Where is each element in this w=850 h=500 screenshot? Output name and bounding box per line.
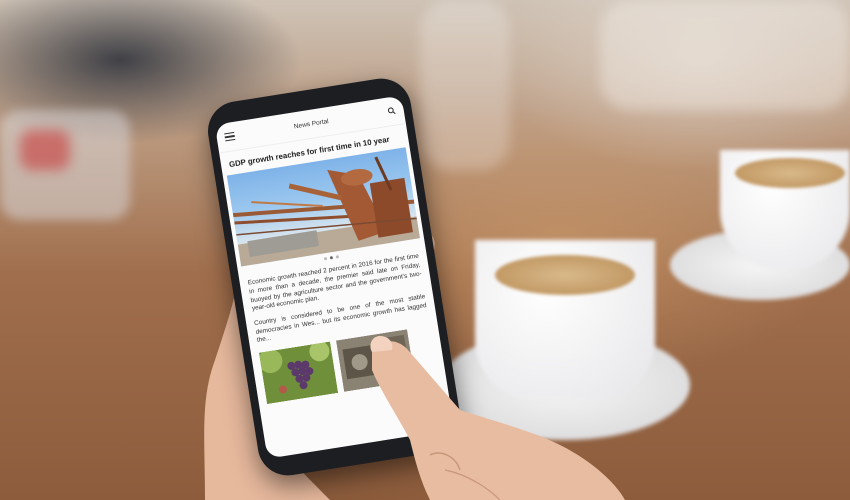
pointing-hand xyxy=(370,336,625,500)
